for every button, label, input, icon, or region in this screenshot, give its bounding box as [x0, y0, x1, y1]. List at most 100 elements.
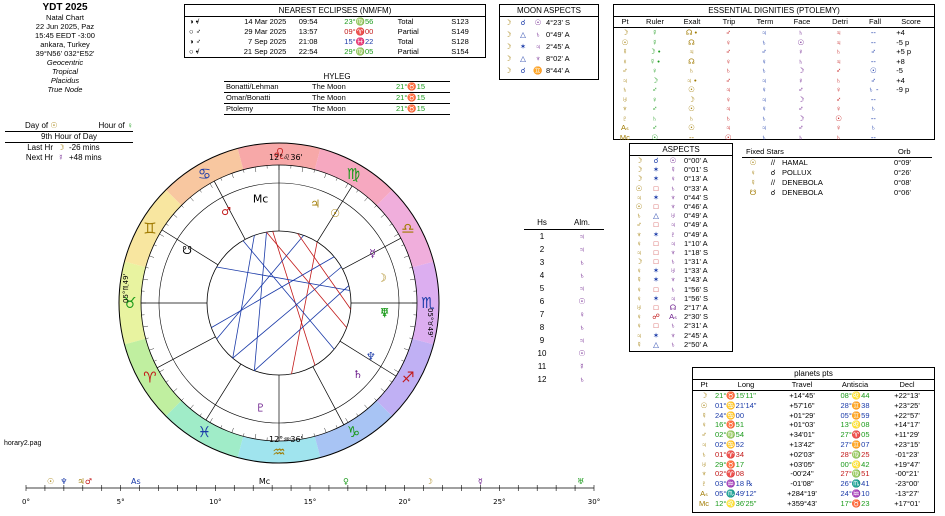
hyleg-body: The Moon [312, 93, 346, 102]
planet-glyph-icon: ☋ [182, 244, 192, 257]
dignities-cell: -- [870, 28, 876, 37]
planet-antiscia: 26°♏41 [840, 479, 870, 489]
planet-b-icon: ♇ [670, 229, 676, 239]
aspect-icon: // [770, 158, 776, 167]
dignities-cell: Mc [619, 132, 630, 142]
eclipse-saros: S123 [451, 17, 469, 26]
aspect-icon: △ [653, 339, 659, 349]
aspect-row: ♆ ✶ ♇ 0°49' A [630, 230, 732, 239]
dignities-cell: ♂ [725, 47, 732, 56]
eclipse-saros: S149 [451, 27, 469, 36]
chart-info-line: Placidus [50, 76, 80, 85]
house-row: 9 ♃ [524, 334, 604, 347]
aspect-icon: ✶ [652, 266, 660, 276]
house-number: 2 [539, 245, 545, 254]
aspect-row: ♃ ✶ ♆ 0°44' S [630, 193, 732, 202]
dignities-cell: ♀ [725, 94, 732, 104]
planet-glyph-icon: ☿ [369, 247, 376, 260]
moon-icon: ☽ [504, 18, 512, 27]
planet-glyph-icon: ♂ [221, 205, 231, 218]
aspect-icon: □ [653, 257, 659, 267]
aspects-panel: ASPECTS ☽ ☌ ☉ 0°00' A ☽ ✶ ☿ 0°01' S ☽ ✶ ♀ 0°13' A ☉ □… [629, 143, 733, 352]
aspect-row: ♀ ✶ ♃ 1°56' S [630, 294, 732, 303]
house-row: 1 ♃ [524, 230, 604, 243]
dignities-cell: ♇ [622, 113, 628, 123]
eclipse-row: ◑ ♂ 7 Sep 2025 21:08 15°♓22 Total S128 [185, 37, 485, 47]
planet-icon: ☿ [701, 410, 707, 420]
dignities-cell: ♀ [835, 104, 842, 113]
moon-aspect-row: ☽ ✶ ♃ 2°45' A [500, 41, 598, 53]
dignities-cell: -- [689, 132, 694, 142]
dignities-row: ♅ ♀ ☽ ♀ ♃ ☽ ♂ -- [614, 95, 934, 105]
house-almuten: ☉ [578, 349, 586, 358]
aspect-icon: ☌ [770, 168, 776, 177]
dignities-cell: ♃ [835, 37, 842, 47]
dignities-cell: ♃ [725, 123, 732, 132]
aspect-icon: ✶ [652, 192, 660, 202]
hyleg-row: Ptolemy The Moon 21°♉15 [224, 104, 450, 115]
planet-pt-row: Aₛ 05°♏49'12" +284°19' 24°♒10 -13°27' [693, 489, 934, 499]
planet-a-icon: ♃ [636, 330, 642, 340]
planet-decl: +23°25' [894, 400, 920, 410]
planet-b-icon: ♃ [670, 293, 676, 303]
planet-travel: -00'24" [790, 469, 814, 479]
planet-decl: -00°21' [895, 469, 919, 479]
planet-b-icon: ♄ [670, 183, 676, 193]
planet-a-icon: ♃ [636, 192, 642, 202]
planet-b-icon: ☊ [669, 303, 677, 312]
dignities-cell: ♆ [622, 104, 628, 113]
eclipse-date: 21 Sep 2025 [243, 47, 287, 56]
dignities-cell: ♂ [651, 104, 658, 113]
zodiac-sign-icon: ♊ [143, 220, 156, 238]
dignities-cell: -- [870, 132, 876, 142]
planet-pt-row: ♆ 02°♈08 -00'24" 27°♍51 -00°21' [693, 469, 934, 479]
mc-label: 12°♌36' [269, 153, 303, 162]
house-number: 8 [539, 323, 545, 332]
planet-pt-row: ☿ 24°♋00 +01°29' 05°♊59 +22°57' [693, 411, 934, 421]
planet-icon: ♀ [750, 168, 756, 177]
planet-glyph-icon: ♇ [256, 401, 266, 414]
chart-info-line: True Node [47, 85, 83, 94]
planet-pt-row: ♃ 02°♋52 +13'42" 27°♊07 +23°15' [693, 440, 934, 450]
dignities-cell: ☿ [651, 37, 658, 47]
hour-label: 9th Hour of Day [5, 131, 133, 143]
dignities-cell: ♃ [835, 56, 842, 66]
hyleg-title: HYLEG [323, 72, 351, 81]
planet-a-icon: ☉ [635, 201, 643, 211]
planet-a-icon: ♄ [636, 211, 642, 221]
planet-icon: ♂ [701, 430, 707, 440]
strip-planet-icon: As [131, 477, 141, 486]
dignities-cell: +4 [896, 28, 905, 37]
dignities-cell: ☿ • [649, 56, 660, 66]
hyleg-pos: 21°♉15 [396, 104, 426, 113]
planet-long: 02°♋52 [715, 439, 745, 449]
hyleg-body: The Moon [312, 82, 346, 91]
eclipse-type: Total [397, 37, 414, 46]
aspect-row: ☿ △ ♄ 2°50' A [630, 340, 732, 349]
moon-aspect-orb: 8°44' A [546, 66, 570, 75]
aspect-icon: ✶ [519, 42, 527, 51]
planet-icon: ☽ [700, 391, 708, 400]
dignities-cell: ♄ [870, 123, 877, 132]
eclipse-icon: ◑ •̸ [189, 17, 199, 26]
planet-icon: ♃ [701, 439, 707, 449]
last-hr-label: Last Hr [27, 143, 53, 152]
star-name: HAMAL [782, 158, 808, 167]
dignities-cell: ♃ [688, 47, 695, 56]
chart-info-line: Geocentric [46, 58, 84, 67]
dignities-cell: ♄ [688, 66, 695, 75]
strip-planet-icon: ☽ [426, 477, 433, 486]
dignities-cell: ☊ [688, 37, 695, 47]
venus-icon: ♀ [127, 121, 133, 130]
aspect-icon: □ [653, 247, 659, 257]
chart-info-line: 22 Jun 2025, Paz [35, 22, 95, 31]
planet-decl: +22°57' [894, 410, 920, 420]
planet-long: 29°♉17 [715, 459, 745, 469]
dignities-cell: ♄ [835, 75, 842, 85]
eclipse-type: Partial [397, 47, 419, 56]
eclipse-time: 22:54 [298, 47, 318, 56]
dignities-cell [890, 123, 934, 133]
strip-planet-icon: ☉ [47, 477, 54, 486]
strip-tick-label: 15° [304, 498, 316, 506]
dignities-cell: ♄ [798, 56, 804, 66]
